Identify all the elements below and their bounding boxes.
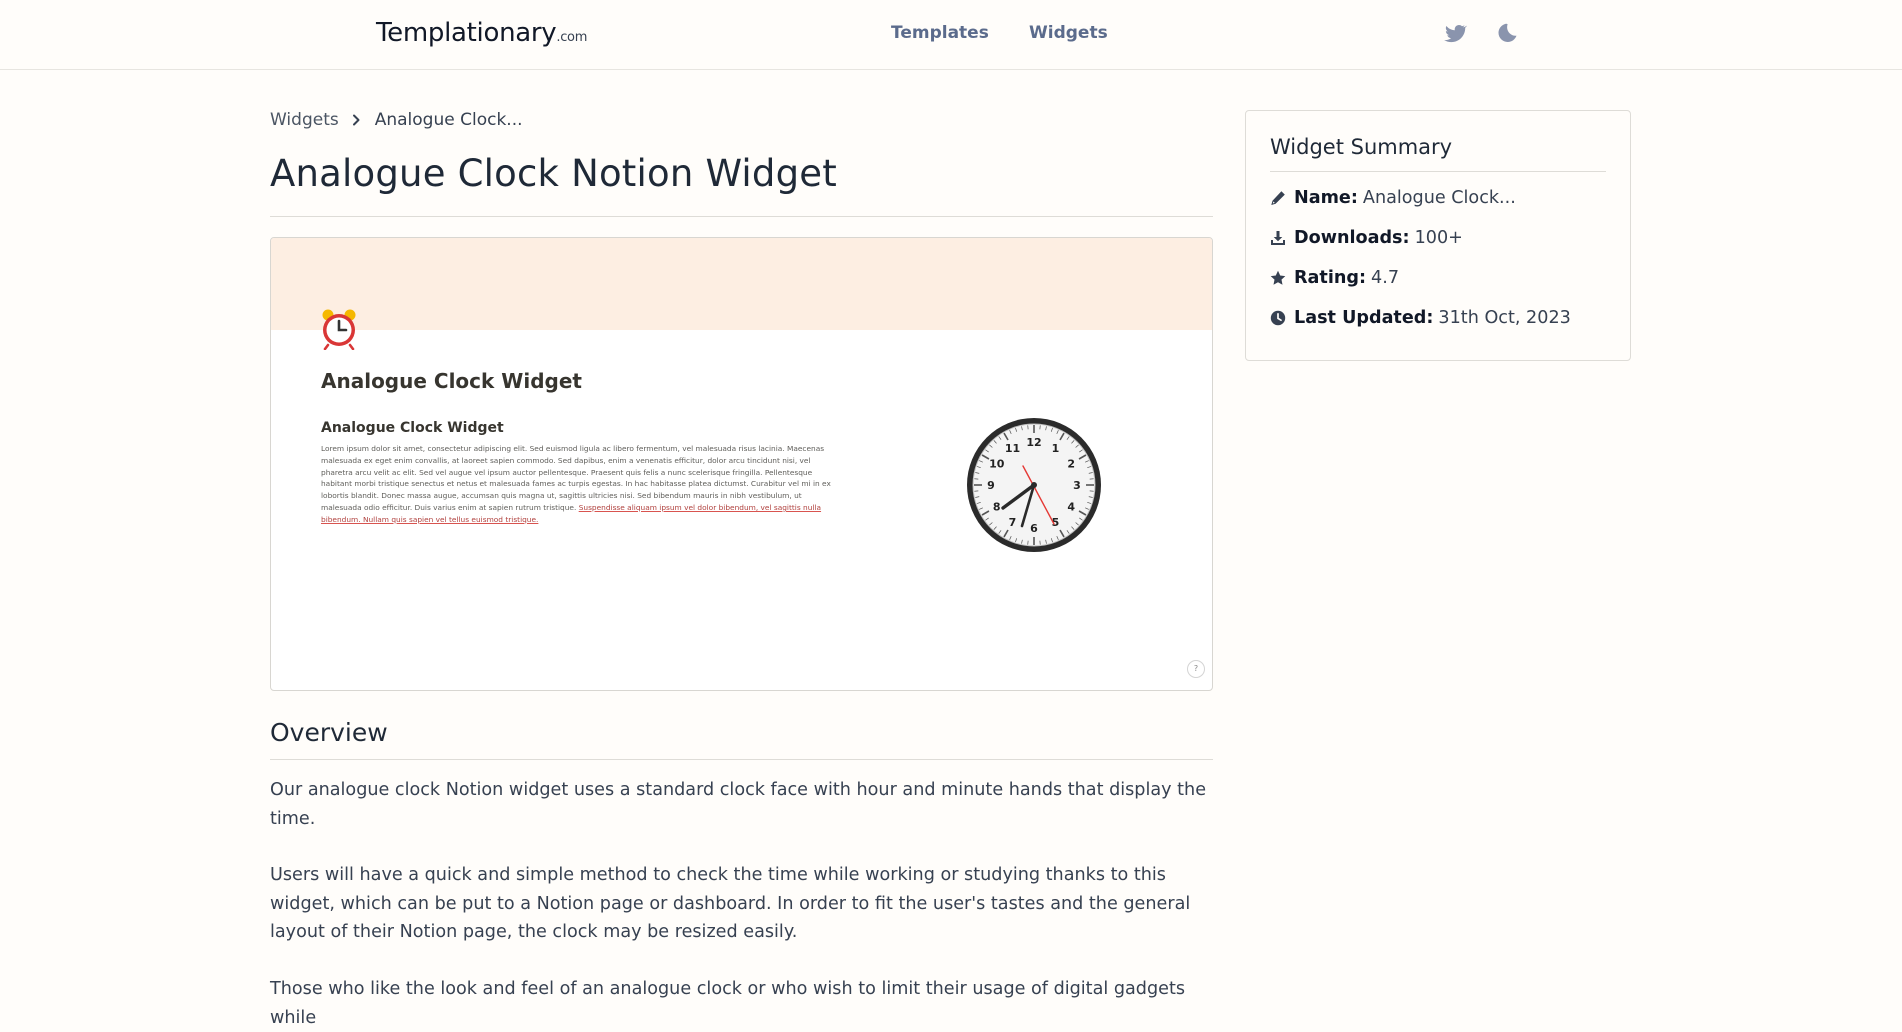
summary-row-last-updated: Last Updated: 31th Oct, 2023 bbox=[1270, 308, 1571, 328]
overview-paragraph: Those who like the look and feel of an a… bbox=[270, 975, 1213, 1032]
title-divider bbox=[270, 216, 1213, 217]
clock-numeral: 3 bbox=[1073, 479, 1081, 492]
clock-numeral: 9 bbox=[987, 479, 995, 492]
breadcrumb: Widgets Analogue Clock... bbox=[270, 110, 523, 130]
preview-subheading: Analogue Clock Widget bbox=[321, 420, 504, 436]
alarm-clock-icon bbox=[319, 308, 359, 350]
chevron-right-icon bbox=[349, 113, 363, 127]
summary-name-value: Analogue Clock... bbox=[1363, 188, 1516, 208]
help-button[interactable]: ? bbox=[1187, 660, 1205, 678]
top-navbar: Templationary.com Templates Widgets bbox=[0, 0, 1902, 70]
clock-numeral: 1 bbox=[1052, 442, 1060, 455]
logo-suffix-text: .com bbox=[556, 30, 587, 45]
page-title: Analogue Clock Notion Widget bbox=[270, 152, 837, 195]
summary-updated-label: Last Updated: bbox=[1294, 308, 1433, 328]
summary-downloads-value: 100+ bbox=[1415, 228, 1463, 248]
clock-numeral: 6 bbox=[1030, 522, 1038, 535]
clock-numeral: 11 bbox=[1005, 442, 1020, 455]
clock-numeral: 12 bbox=[1026, 436, 1041, 449]
overview-paragraph: Users will have a quick and simple metho… bbox=[270, 861, 1213, 947]
summary-name-label: Name: bbox=[1294, 188, 1358, 208]
overview-paragraph: Our analogue clock Notion widget uses a … bbox=[270, 776, 1213, 833]
preview-body-text: Lorem ipsum dolor sit amet, consectetur … bbox=[321, 443, 831, 526]
summary-title: Widget Summary bbox=[1270, 135, 1452, 159]
preview-lorem-text: Lorem ipsum dolor sit amet, consectetur … bbox=[321, 444, 831, 512]
summary-row-name: Name: Analogue Clock... bbox=[1270, 188, 1516, 208]
overview-divider bbox=[270, 759, 1213, 760]
summary-rating-label: Rating: bbox=[1294, 268, 1366, 288]
analogue-clock-face: 121234567891011 bbox=[965, 416, 1103, 554]
clock-numeral: 8 bbox=[993, 501, 1001, 514]
clock-numeral: 7 bbox=[1009, 516, 1017, 529]
preview-cover-banner bbox=[271, 238, 1212, 330]
download-icon bbox=[1270, 230, 1286, 246]
preview-heading: Analogue Clock Widget bbox=[321, 369, 582, 393]
summary-divider bbox=[1270, 171, 1606, 172]
summary-updated-value: 31th Oct, 2023 bbox=[1438, 308, 1570, 328]
pencil-icon bbox=[1270, 190, 1286, 206]
summary-row-downloads: Downloads: 100+ bbox=[1270, 228, 1463, 248]
nav-templates-link[interactable]: Templates bbox=[891, 23, 989, 43]
overview-heading: Overview bbox=[270, 718, 388, 747]
clock-numeral: 4 bbox=[1067, 501, 1075, 514]
star-icon bbox=[1270, 270, 1286, 286]
widget-preview-image: Analogue Clock Widget Analogue Clock Wid… bbox=[270, 237, 1213, 691]
clock-numeral: 10 bbox=[989, 458, 1005, 471]
widget-summary-card: Widget Summary Name: Analogue Clock... D… bbox=[1245, 110, 1631, 361]
breadcrumb-current: Analogue Clock... bbox=[375, 110, 523, 130]
summary-rating-value: 4.7 bbox=[1371, 268, 1399, 288]
site-logo[interactable]: Templationary.com bbox=[376, 18, 587, 48]
summary-downloads-label: Downloads: bbox=[1294, 228, 1410, 248]
twitter-icon[interactable] bbox=[1443, 21, 1467, 45]
logo-main-text: Templationary bbox=[376, 18, 556, 48]
summary-row-rating: Rating: 4.7 bbox=[1270, 268, 1399, 288]
breadcrumb-widgets-link[interactable]: Widgets bbox=[270, 110, 339, 130]
nav-widgets-link[interactable]: Widgets bbox=[1029, 23, 1108, 43]
clock-icon bbox=[1270, 310, 1286, 326]
clock-numeral: 2 bbox=[1067, 458, 1075, 471]
dark-mode-moon-icon[interactable] bbox=[1495, 21, 1519, 45]
